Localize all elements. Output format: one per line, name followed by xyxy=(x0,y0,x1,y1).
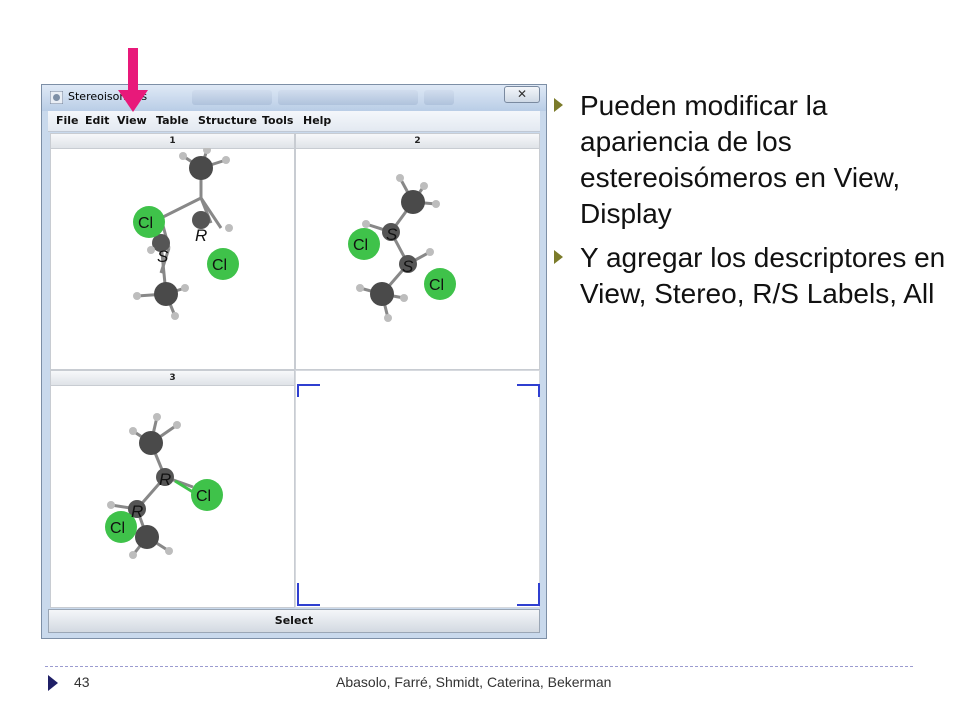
structure-panel-3[interactable]: 3 Cl Cl R R xyxy=(50,370,295,608)
chlorine-label: Cl xyxy=(429,277,444,294)
menu-tools[interactable]: Tools xyxy=(262,114,293,127)
panel-header: 2 xyxy=(296,134,539,149)
background-tab-ghost xyxy=(424,90,454,105)
menu-structure[interactable]: Structure xyxy=(198,114,257,127)
bullet-list: Pueden modificar la apariencia de los es… xyxy=(552,88,952,320)
molecule-3: Cl Cl R R xyxy=(105,413,223,559)
page-number: 43 xyxy=(74,674,90,690)
bullet-text: Y agregar los descriptores en View, Ster… xyxy=(580,242,946,309)
chlorine-label: Cl xyxy=(212,257,227,274)
bullet-arrow-icon xyxy=(554,250,563,264)
menu-file[interactable]: File xyxy=(56,114,79,127)
stereoisomers-window: Stereoisomers ✕ File Edit View Table Str… xyxy=(41,84,547,639)
chlorine-label: Cl xyxy=(138,215,153,232)
background-tab-ghost xyxy=(192,90,272,105)
molecule-2: Cl Cl S S xyxy=(348,174,456,322)
footer-authors: Abasolo, Farré, Shmidt, Caterina, Bekerm… xyxy=(336,674,612,690)
panel-header: 1 xyxy=(51,134,294,149)
structure-panel-4-empty[interactable] xyxy=(295,370,540,608)
bullet-arrow-icon xyxy=(554,98,563,112)
structure-panel-2[interactable]: 2 Cl Cl S S xyxy=(295,133,540,370)
bullet-item: Y agregar los descriptores en View, Ster… xyxy=(552,240,952,312)
pointer-arrow-icon xyxy=(118,48,148,112)
menu-bar: File Edit View Table Structure Tools Hel… xyxy=(48,111,540,132)
select-button[interactable]: Select xyxy=(48,609,540,633)
molecule-1: Cl Cl R S xyxy=(133,148,239,320)
bullet-item: Pueden modificar la apariencia de los es… xyxy=(552,88,952,232)
footer-arrow-icon xyxy=(48,675,58,691)
r-descriptor-label: R xyxy=(131,502,143,521)
chlorine-label: Cl xyxy=(110,520,125,537)
menu-view[interactable]: View xyxy=(117,114,147,127)
s-descriptor-label: S xyxy=(157,247,169,266)
panel-header: 3 xyxy=(51,371,294,386)
footer-divider xyxy=(45,666,913,667)
chlorine-label: Cl xyxy=(353,237,368,254)
s-descriptor-label: S xyxy=(386,225,398,244)
bullet-text: Pueden modificar la apariencia de los es… xyxy=(580,90,901,229)
r-descriptor-label: R xyxy=(195,226,207,245)
close-button[interactable]: ✕ xyxy=(504,86,540,103)
menu-help[interactable]: Help xyxy=(303,114,331,127)
selection-frame xyxy=(297,384,540,606)
menu-edit[interactable]: Edit xyxy=(85,114,109,127)
r-descriptor-label: R xyxy=(159,470,171,489)
menu-table[interactable]: Table xyxy=(156,114,189,127)
background-tab-ghost xyxy=(278,90,418,105)
chlorine-label: Cl xyxy=(196,488,211,505)
java-app-icon xyxy=(50,91,63,104)
structure-panel-1[interactable]: 1 Cl Cl R S xyxy=(50,133,295,370)
s-descriptor-label: S xyxy=(402,257,414,276)
